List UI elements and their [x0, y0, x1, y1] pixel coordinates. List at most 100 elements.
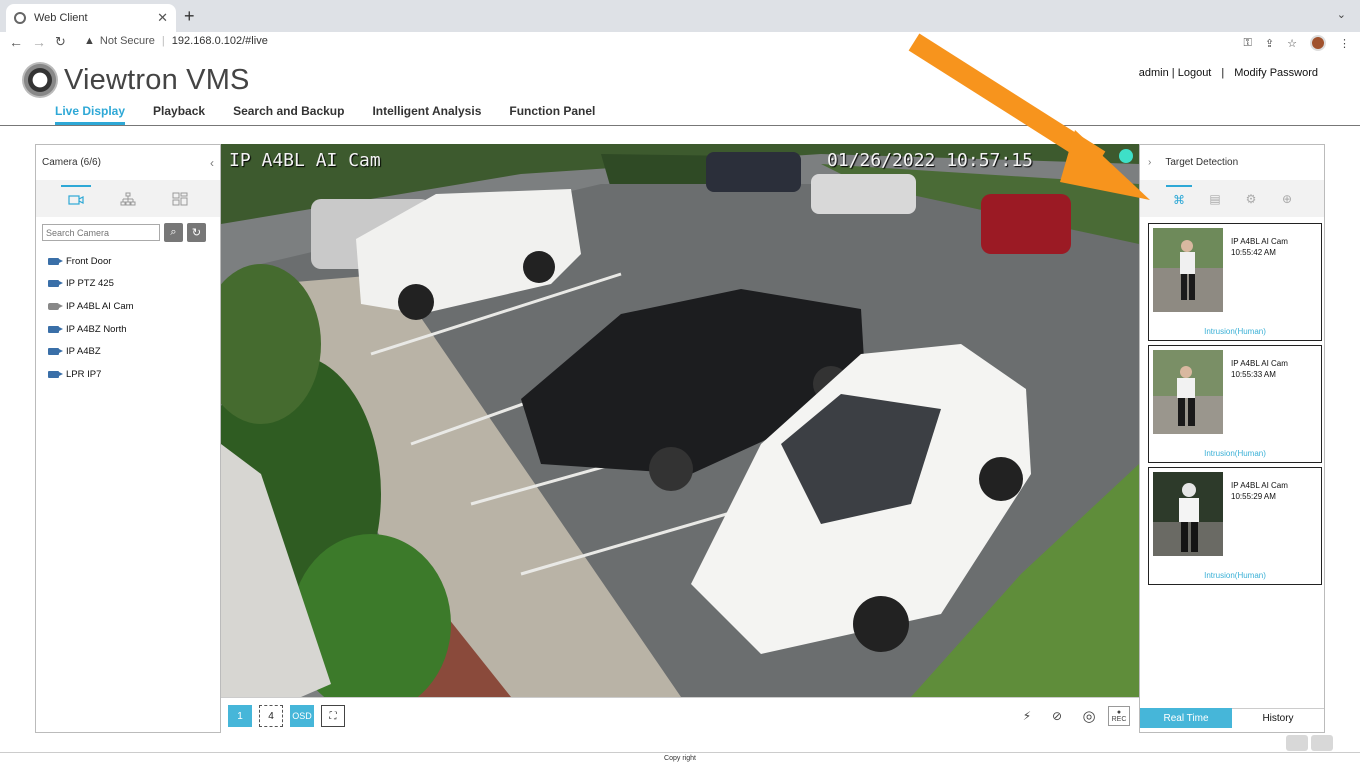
parking-lot-scene — [221, 144, 1139, 697]
detection-card[interactable]: IP A4BL AI Cam 10:55:33 AM Intrusion(Hum… — [1148, 345, 1322, 463]
refresh-icon[interactable]: ↻ — [187, 223, 206, 242]
detection-type: Intrusion(Human) — [1204, 327, 1266, 336]
camera-item-ip-ptz-425[interactable]: IP PTZ 425 — [48, 273, 220, 296]
nav-function-panel[interactable]: Function Panel — [509, 104, 595, 125]
browser-tab[interactable]: Web Client ✕ — [6, 4, 176, 32]
alarm-icon[interactable]: ⚡ — [1016, 706, 1038, 726]
vehicle-tab[interactable]: ▤ — [1202, 185, 1228, 213]
camera-panel-title: Camera (6/6) — [42, 157, 101, 168]
detection-thumbnail — [1153, 350, 1223, 434]
camera-icon — [48, 280, 63, 288]
camera-icon — [68, 194, 84, 205]
tree-icon — [120, 192, 136, 205]
browser-actions: ⚿ ⇪ ☆ ⋮ — [1244, 35, 1350, 51]
detection-thumbnail — [1153, 228, 1223, 312]
new-tab-button[interactable]: + — [184, 6, 195, 27]
modify-password-link[interactable]: Modify Password — [1234, 67, 1318, 79]
detection-tabs: ⌘ ▤ ⚙ ⊕ — [1140, 180, 1324, 217]
detection-time: 10:55:29 AM — [1231, 492, 1276, 501]
back-icon[interactable]: ← — [9, 34, 23, 50]
target-detection-panel: › Target Detection ⌘ ▤ ⚙ ⊕ IP A4BL AI Ca… — [1139, 144, 1325, 733]
camera-item-ip-a4bz-north[interactable]: IP A4BZ North — [48, 318, 220, 341]
favicon-icon — [14, 12, 26, 24]
history-tab[interactable]: History — [1232, 708, 1324, 728]
forward-icon[interactable]: → — [32, 34, 46, 50]
main-nav: Live Display Playback Search and Backup … — [55, 104, 623, 125]
snapshot-off-icon[interactable]: ⊘ — [1046, 706, 1068, 726]
detection-time: 10:55:42 AM — [1231, 248, 1276, 257]
chevron-down-icon[interactable]: ⌄ — [1337, 8, 1346, 21]
detection-thumbnail — [1153, 472, 1223, 556]
nav-live-display[interactable]: Live Display — [55, 104, 126, 125]
camera-icon — [48, 348, 63, 356]
detection-camera: IP A4BL AI Cam — [1231, 237, 1288, 246]
annotation-arrow-icon — [908, 33, 1150, 200]
detection-mode-toggle: Real Time History — [1140, 708, 1324, 728]
camera-panel: Camera (6/6) ‹ ⌕ ↻ Front Door IP PTZ 425… — [35, 144, 221, 733]
video-toolbar: 1 4 OSD ⛶ ⚡ ⊘ ◎ ● REC — [221, 697, 1139, 733]
osd-camera-name: IP A4BL AI Cam — [229, 150, 381, 171]
search-icon[interactable]: ⌕ — [164, 223, 183, 242]
detection-card[interactable]: IP A4BL AI Cam 10:55:42 AM Intrusion(Hum… — [1148, 223, 1322, 341]
corner-controls — [1286, 735, 1333, 751]
camera-list-tab[interactable] — [61, 184, 91, 213]
camera-panel-tabs — [36, 180, 220, 217]
layout-1-button[interactable]: 1 — [228, 705, 252, 727]
share-icon[interactable]: ⇪ — [1265, 37, 1274, 50]
target-detection-title: Target Detection — [1165, 157, 1239, 168]
camera-item-ip-a4bl-ai-cam[interactable]: IP A4BL AI Cam — [48, 295, 220, 318]
address-bar[interactable]: ▲ Not Secure | 192.168.0.102/#live — [84, 35, 268, 47]
nav-intelligent-analysis[interactable]: Intelligent Analysis — [372, 104, 481, 125]
nav-playback[interactable]: Playback — [153, 104, 205, 125]
warning-icon: ▲ — [84, 35, 95, 47]
camera-item-lpr-ip7[interactable]: LPR IP7 — [48, 363, 220, 386]
close-icon[interactable]: ✕ — [157, 10, 168, 26]
tab-title: Web Client — [34, 12, 88, 24]
face-detection-tab[interactable]: ⌘ — [1166, 184, 1192, 213]
url-text: 192.168.0.102/#live — [171, 35, 268, 47]
app-name: Viewtron VMS — [64, 64, 250, 96]
detection-camera: IP A4BL AI Cam — [1231, 359, 1288, 368]
key-icon[interactable]: ⚿ — [1244, 37, 1252, 50]
detection-type: Intrusion(Human) — [1204, 449, 1266, 458]
camera-icon — [48, 370, 63, 378]
security-label: Not Secure — [99, 35, 155, 47]
nav-search-backup[interactable]: Search and Backup — [233, 104, 344, 125]
detection-card[interactable]: IP A4BL AI Cam 10:55:29 AM Intrusion(Hum… — [1148, 467, 1322, 585]
view-tab[interactable] — [165, 185, 195, 213]
browser-tab-strip: Web Client ✕ + ⌄ — [0, 0, 1360, 32]
copyright: Copy right — [0, 752, 1360, 762]
rec-dot-icon: ● — [1116, 709, 1122, 716]
reload-icon[interactable]: ↻ — [55, 34, 66, 50]
camera-icon — [48, 257, 63, 265]
camera-icon — [48, 325, 63, 333]
fullscreen-icon[interactable]: ⛶ — [321, 705, 345, 727]
detection-time: 10:55:33 AM — [1231, 370, 1276, 379]
camera-item-front-door[interactable]: Front Door — [48, 250, 220, 273]
camera-item-ip-a4bz[interactable]: IP A4BZ — [48, 340, 220, 363]
camera-list: Front Door IP PTZ 425 IP A4BL AI Cam IP … — [36, 248, 220, 386]
camera-icon — [48, 302, 63, 310]
camera-search-input[interactable] — [42, 224, 160, 241]
profile-avatar[interactable] — [1310, 35, 1326, 51]
logo-icon — [22, 62, 58, 98]
camera-search-row: ⌕ ↻ — [36, 217, 220, 248]
real-time-tab[interactable]: Real Time — [1140, 708, 1232, 728]
logout-link[interactable]: Logout — [1178, 67, 1212, 79]
settings-tab[interactable]: ⚙ — [1238, 185, 1264, 213]
layout-4-button[interactable]: 4 — [259, 705, 283, 727]
record-icon[interactable]: ◎ — [1078, 706, 1100, 726]
detection-type: Intrusion(Human) — [1204, 571, 1266, 580]
rec-button[interactable]: ● REC — [1108, 706, 1130, 726]
osd-button[interactable]: OSD — [290, 705, 314, 727]
stop-icon[interactable] — [1311, 735, 1333, 751]
user-links: admin | Logout | Modify Password — [1138, 67, 1318, 79]
star-icon[interactable]: ☆ — [1287, 37, 1297, 50]
live-video-view[interactable]: IP A4BL AI Cam 01/26/2022 10:57:15 — [221, 144, 1139, 697]
collapse-left-icon[interactable]: ‹ — [210, 156, 214, 170]
device-tree-tab[interactable] — [113, 185, 143, 213]
target-tab[interactable]: ⊕ — [1274, 185, 1300, 213]
more-icon[interactable]: ⋮ — [1339, 37, 1350, 50]
grid-icon — [172, 192, 188, 205]
pause-icon[interactable] — [1286, 735, 1308, 751]
